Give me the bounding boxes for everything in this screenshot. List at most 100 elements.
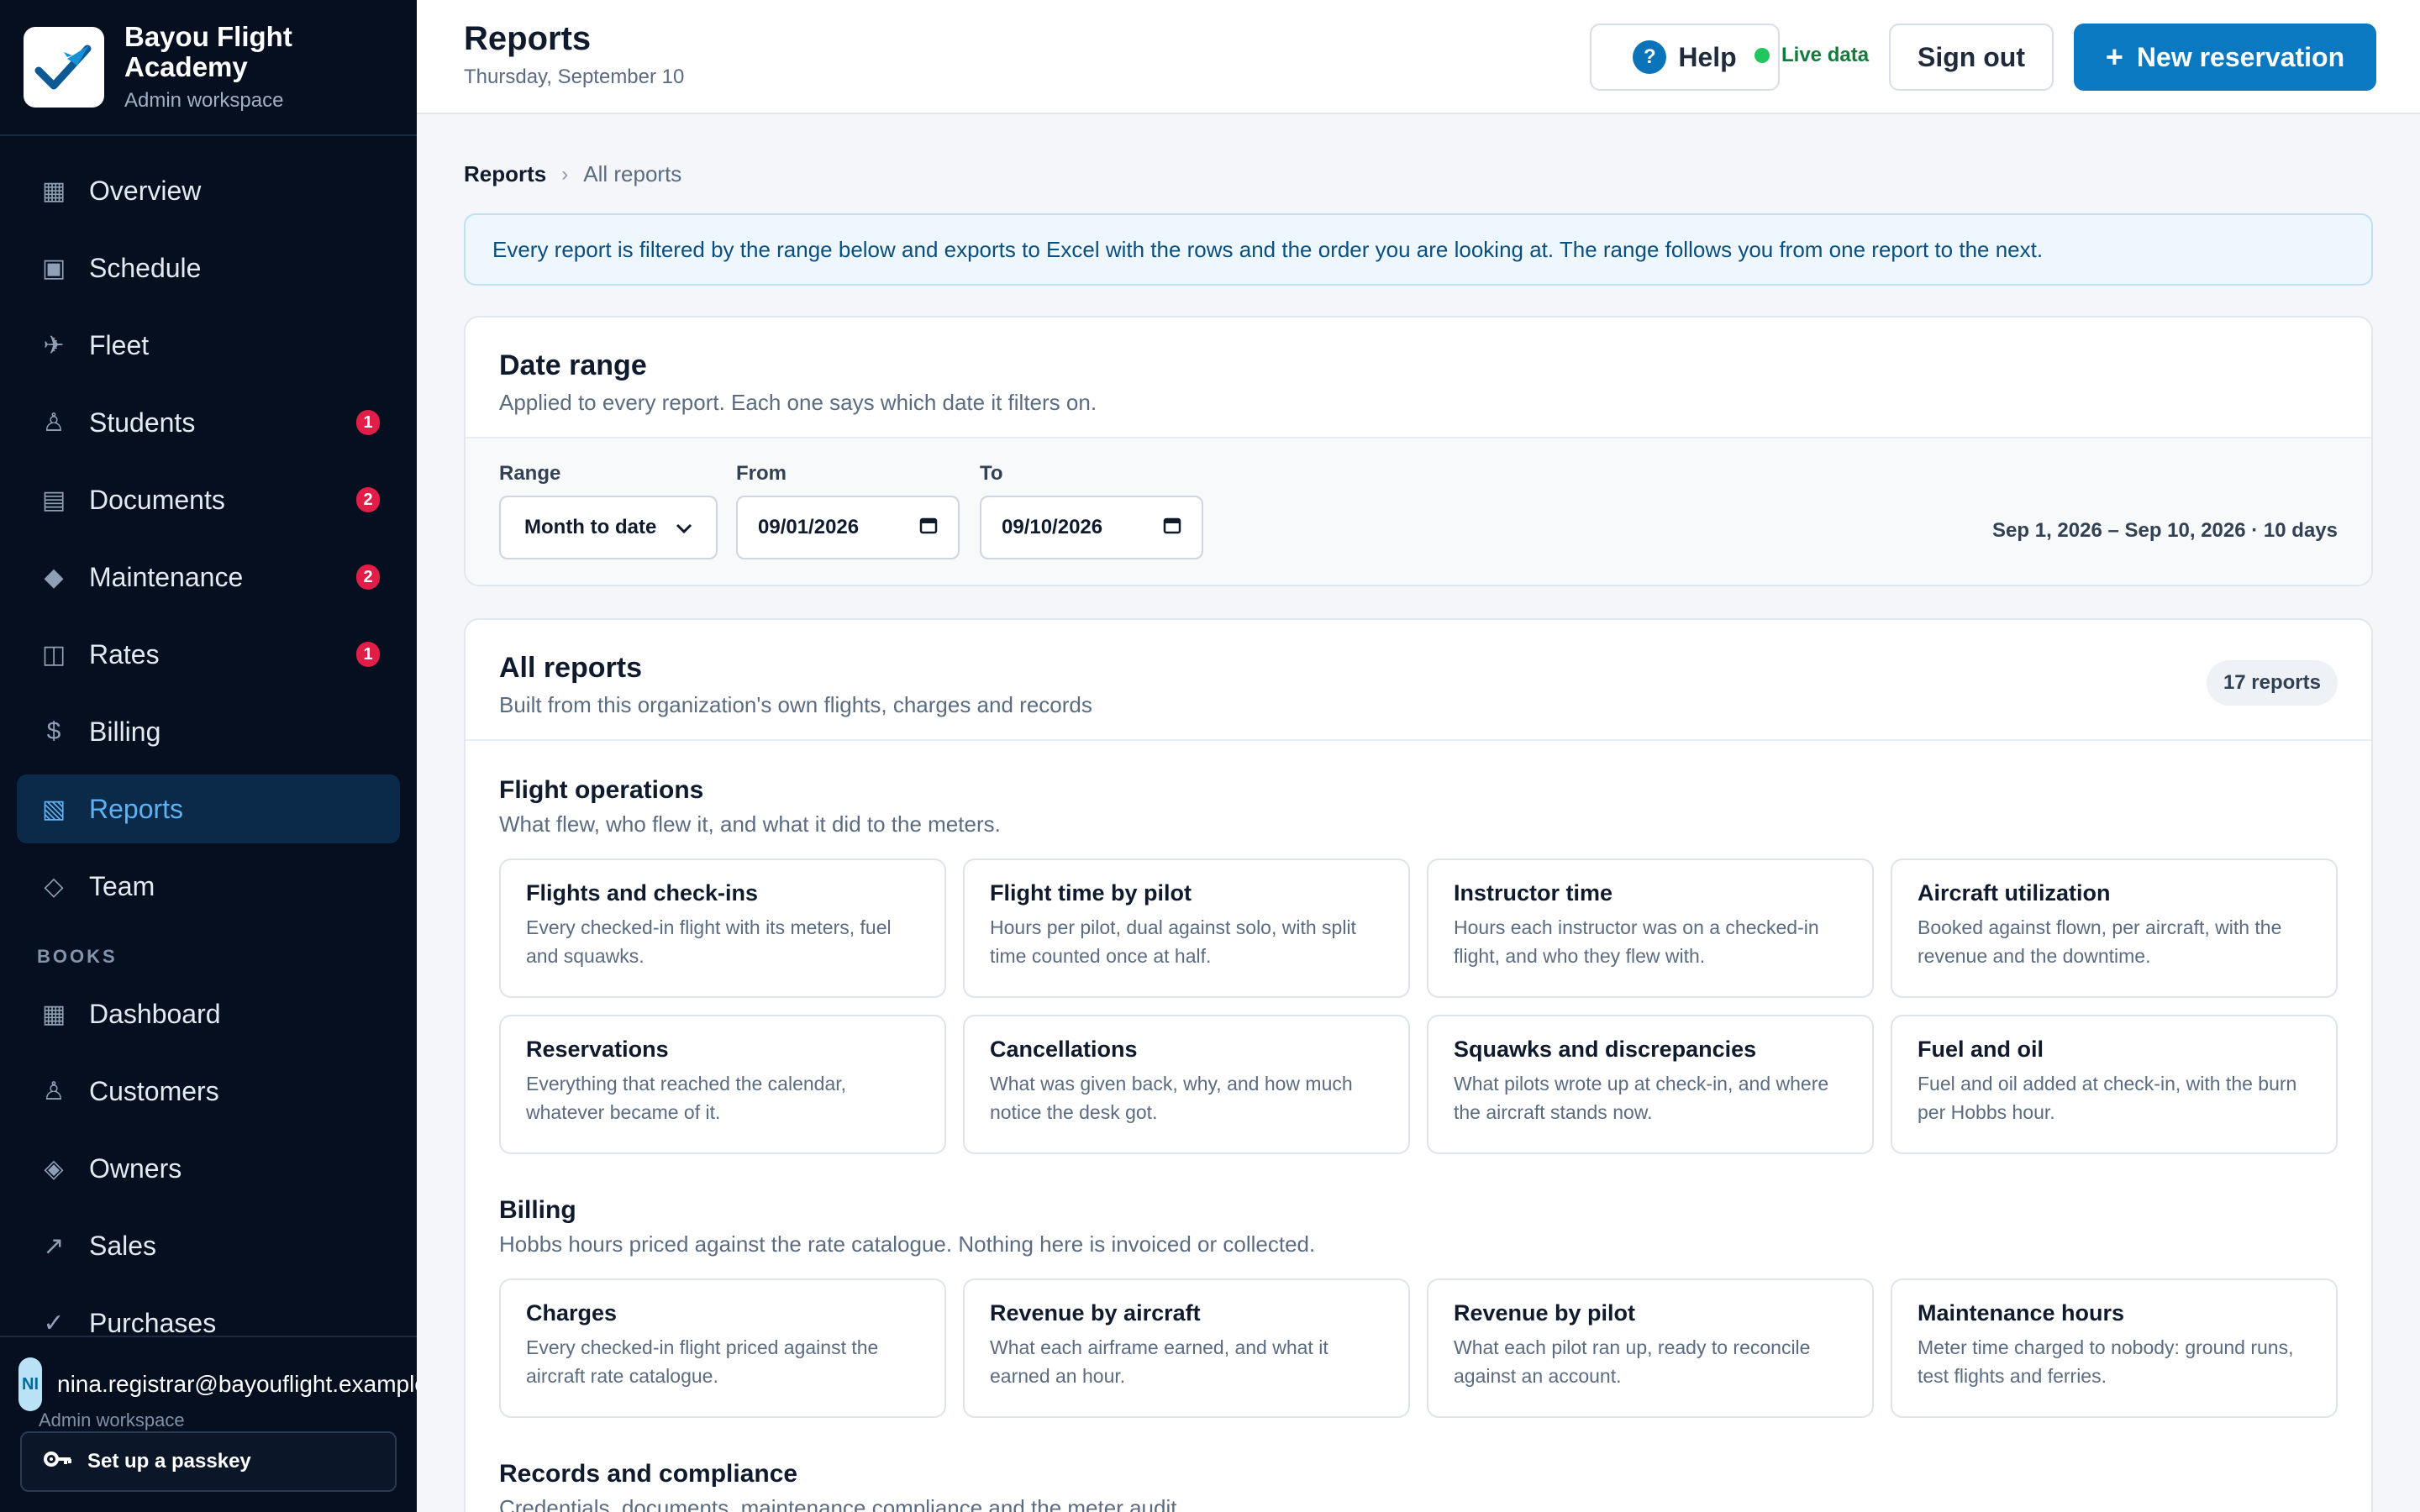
books-section-heading: BOOKS bbox=[37, 946, 118, 967]
sidebar-item-dashboard[interactable]: ▦ Dashboard bbox=[17, 979, 400, 1048]
sidebar-item-label: Billing bbox=[89, 716, 161, 747]
sidebar-item-documents[interactable]: ▤ Documents 2 bbox=[17, 465, 400, 534]
sidebar-item-label: Purchases bbox=[89, 1307, 217, 1338]
sidebar-item-label: Documents bbox=[89, 484, 225, 515]
students-count-badge: 1 bbox=[356, 410, 380, 435]
sidebar-item-label: Reports bbox=[89, 793, 184, 824]
sidebar-item-reports[interactable]: ▧ Reports bbox=[17, 774, 400, 843]
sidebar-item-fleet[interactable]: ✈ Fleet bbox=[17, 311, 400, 380]
documents-count-badge: 2 bbox=[356, 487, 380, 512]
brand-name: Bayou Flight Academy bbox=[124, 21, 292, 82]
report-tile-reservations[interactable]: Reservations Everything that reached the… bbox=[499, 1015, 946, 1154]
sidebar-item-customers[interactable]: ♙ Customers bbox=[17, 1057, 400, 1126]
passkey-label: Set up a passkey bbox=[87, 1450, 251, 1473]
team-icon: ◇ bbox=[44, 872, 64, 900]
date-range-card: Date range Applied to every report. Each… bbox=[464, 316, 2373, 586]
sidebar-footer: NI nina.registrar@bayouflight.example Ad… bbox=[0, 1336, 417, 1512]
to-date-input[interactable]: 09/10/2026 bbox=[980, 496, 1203, 559]
report-name: Squawks and discrepancies bbox=[1454, 1037, 1757, 1062]
report-name: Revenue by aircraft bbox=[990, 1300, 1201, 1326]
report-tile-fuel-and-oil[interactable]: Fuel and oil Fuel and oil added at check… bbox=[1891, 1015, 2338, 1154]
sidebar-item-label: Maintenance bbox=[89, 561, 244, 592]
report-tile-revenue-by-pilot[interactable]: Revenue by pilot What each pilot ran up,… bbox=[1427, 1278, 1874, 1418]
report-desc: What each airframe earned, and what it e… bbox=[990, 1336, 1328, 1387]
range-label: Range bbox=[499, 462, 561, 485]
customers-icon: ♙ bbox=[42, 1077, 66, 1105]
report-name: Flight time by pilot bbox=[990, 880, 1192, 906]
report-tile-flights-and-check-ins[interactable]: Flights and check-ins Every checked-in f… bbox=[499, 858, 946, 998]
group-title-flight-operations: Flight operations bbox=[499, 776, 704, 804]
reports-count-badge: 17 reports bbox=[2206, 660, 2338, 706]
report-name: Flights and check-ins bbox=[526, 880, 759, 906]
rates-icon: ◫ bbox=[41, 640, 66, 669]
report-name: Cancellations bbox=[990, 1037, 1138, 1062]
breadcrumb-reports-link[interactable]: Reports bbox=[464, 161, 546, 187]
report-tile-flight-time-by-pilot[interactable]: Flight time by pilot Hours per pilot, du… bbox=[963, 858, 1410, 998]
sidebar-item-students[interactable]: ♙ Students 1 bbox=[17, 388, 400, 457]
report-tile-maintenance-hours[interactable]: Maintenance hours Meter time charged to … bbox=[1891, 1278, 2338, 1418]
calendar-icon bbox=[1163, 516, 1181, 540]
group-title-billing: Billing bbox=[499, 1196, 576, 1224]
report-tile-aircraft-utilization[interactable]: Aircraft utilization Booked against flow… bbox=[1891, 858, 2338, 998]
page-title: Reports bbox=[464, 20, 592, 57]
sidebar-item-label: Dashboard bbox=[89, 998, 221, 1029]
report-name: Charges bbox=[526, 1300, 618, 1326]
sign-out-button[interactable]: Sign out bbox=[1889, 24, 2054, 91]
chevron-right-icon: › bbox=[561, 162, 569, 186]
top-header: Reports Thursday, September 10 ? Help Li… bbox=[417, 0, 2420, 114]
brand-logo-icon bbox=[24, 27, 104, 108]
report-desc: Booked against flown, per aircraft, with… bbox=[1918, 916, 2282, 967]
range-select[interactable]: Month to date bbox=[499, 496, 718, 559]
report-desc: Hours per pilot, dual against solo, with… bbox=[990, 916, 1356, 967]
report-name: Aircraft utilization bbox=[1918, 880, 2111, 906]
plane-icon: ✈ bbox=[43, 331, 65, 360]
report-tile-cancellations[interactable]: Cancellations What was given back, why, … bbox=[963, 1015, 1410, 1154]
report-name: Instructor time bbox=[1454, 880, 1613, 906]
help-button[interactable]: ? Help bbox=[1590, 24, 1780, 91]
report-tile-revenue-by-aircraft[interactable]: Revenue by aircraft What each airframe e… bbox=[963, 1278, 1410, 1418]
help-label: Help bbox=[1678, 41, 1737, 72]
rates-count-badge: 1 bbox=[356, 642, 380, 667]
to-date-value: 09/10/2026 bbox=[1002, 516, 1103, 538]
group-desc-billing: Hobbs hours priced against the rate cata… bbox=[499, 1231, 1316, 1257]
report-tile-instructor-time[interactable]: Instructor time Hours each instructor wa… bbox=[1427, 858, 1874, 998]
sidebar-item-label: Schedule bbox=[89, 252, 202, 283]
sidebar-item-label: Team bbox=[89, 870, 155, 901]
page-date: Thursday, September 10 bbox=[464, 66, 685, 88]
calendar-icon: ▣ bbox=[41, 254, 66, 282]
report-name: Revenue by pilot bbox=[1454, 1300, 1636, 1326]
range-summary: Sep 1, 2026 – Sep 10, 2026 · 10 days bbox=[1992, 519, 2338, 542]
all-reports-card: All reports Built from this organization… bbox=[464, 618, 2373, 1512]
report-desc: What pilots wrote up at check-in, and wh… bbox=[1454, 1073, 1829, 1123]
main-nav: ▦ Overview ▣ Schedule ✈ Fleet ♙ Students… bbox=[0, 136, 417, 1357]
reports-icon: ▧ bbox=[41, 795, 66, 823]
chevron-down-icon bbox=[676, 516, 692, 539]
user-account[interactable]: NI nina.registrar@bayouflight.example bbox=[0, 1337, 417, 1411]
report-desc: Fuel and oil added at check-in, with the… bbox=[1918, 1073, 2297, 1123]
sidebar-item-schedule[interactable]: ▣ Schedule bbox=[17, 234, 400, 302]
breadcrumb-current: All reports bbox=[583, 161, 682, 186]
sidebar-item-billing[interactable]: $ Billing bbox=[17, 697, 400, 766]
from-date-input[interactable]: 09/01/2026 bbox=[736, 496, 960, 559]
sidebar-item-maintenance[interactable]: ◆ Maintenance 2 bbox=[17, 543, 400, 612]
brand[interactable]: Bayou Flight Academy Admin workspace bbox=[0, 0, 417, 136]
set-up-passkey-button[interactable]: Set up a passkey bbox=[20, 1431, 397, 1492]
sidebar-item-overview[interactable]: ▦ Overview bbox=[17, 156, 400, 225]
sidebar-item-owners[interactable]: ◈ Owners bbox=[17, 1134, 400, 1203]
sidebar-item-team[interactable]: ◇ Team bbox=[17, 852, 400, 921]
report-desc: Every checked-in flight priced against t… bbox=[526, 1336, 879, 1387]
new-reservation-label: New reservation bbox=[2136, 41, 2345, 72]
report-tile-squawks-and-discrepancies[interactable]: Squawks and discrepancies What pilots wr… bbox=[1427, 1015, 1874, 1154]
report-tile-charges[interactable]: Charges Every checked-in flight priced a… bbox=[499, 1278, 946, 1418]
grid-icon: ▦ bbox=[41, 176, 66, 205]
purchases-icon: ✓ bbox=[43, 1309, 65, 1337]
sidebar-item-sales[interactable]: ↗ Sales bbox=[17, 1211, 400, 1280]
divider bbox=[466, 739, 2371, 741]
sidebar-item-label: Sales bbox=[89, 1230, 157, 1261]
new-reservation-button[interactable]: + New reservation bbox=[2074, 24, 2376, 91]
breadcrumb: Reports › All reports bbox=[464, 161, 681, 187]
sidebar-item-rates[interactable]: ◫ Rates 1 bbox=[17, 620, 400, 689]
range-select-value: Month to date bbox=[524, 516, 657, 538]
sidebar-item-label: Overview bbox=[89, 175, 202, 206]
report-desc: Hours each instructor was on a checked-i… bbox=[1454, 916, 1819, 967]
